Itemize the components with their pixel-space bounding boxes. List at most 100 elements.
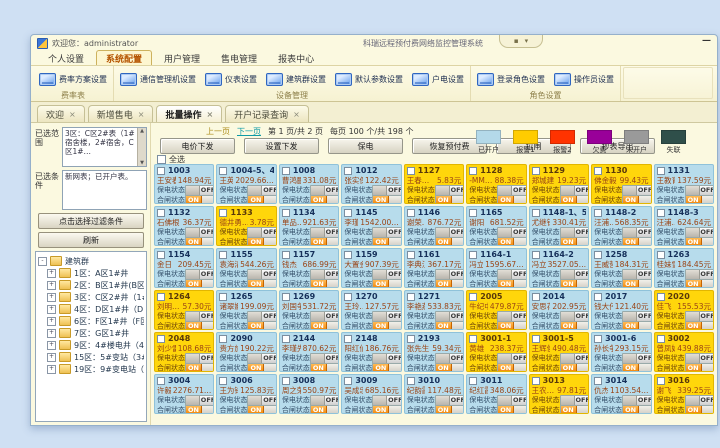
card-checkbox[interactable] xyxy=(282,251,290,259)
power-keep-toggle[interactable]: OFF xyxy=(435,311,464,322)
card-checkbox[interactable] xyxy=(532,335,540,343)
switch-toggle[interactable]: ON xyxy=(372,363,401,373)
power-keep-toggle[interactable]: OFF xyxy=(685,269,714,280)
meter-card[interactable]: 3009吴成忠685.16元保电状态OFF合闸状态ON xyxy=(341,374,401,414)
card-checkbox[interactable] xyxy=(469,167,477,175)
doc-tab-2[interactable]: 批量操作× xyxy=(156,105,222,122)
power-keep-toggle[interactable]: OFF xyxy=(560,227,589,238)
expand-icon[interactable]: + xyxy=(47,269,56,278)
power-keep-toggle[interactable]: OFF xyxy=(185,395,214,406)
meter-card[interactable]: 3010纪韵霞…117.48元保电状态OFF合闸状态ON xyxy=(404,374,464,414)
meter-card[interactable]: 3004许毅2276.71…保电状态OFF合闸状态ON xyxy=(154,374,214,414)
switch-toggle[interactable]: ON xyxy=(247,279,276,289)
meter-card[interactable]: 1127王春…5.83元保电状态OFF合闸状态ON xyxy=(404,164,464,204)
switch-toggle[interactable]: ON xyxy=(560,279,589,289)
meter-card[interactable]: 1159大置金907.39元保电状态OFF合闸状态ON xyxy=(341,248,401,288)
meter-card[interactable]: 1164-2冯立敏3527.05…保电状态OFF合闸状态ON xyxy=(529,248,589,288)
card-checkbox[interactable] xyxy=(469,335,477,343)
power-keep-toggle[interactable]: OFF xyxy=(372,269,401,280)
card-checkbox[interactable] xyxy=(594,167,602,175)
switch-toggle[interactable]: ON xyxy=(185,363,214,373)
power-keep-toggle[interactable]: OFF xyxy=(185,311,214,322)
tree-root[interactable]: -建筑群 xyxy=(38,255,144,267)
meter-card[interactable]: 2048刘少雷108.68元保电状态OFF合闸状态ON xyxy=(154,332,214,372)
meter-card[interactable]: 2020佳飞155.53元保电状态OFF合闸状态ON xyxy=(654,290,714,330)
tab-close-icon[interactable]: × xyxy=(293,111,300,119)
meter-card[interactable]: 1012张实保…122.42元保电状态OFF合闸状态ON xyxy=(341,164,401,204)
switch-toggle[interactable]: ON xyxy=(685,363,714,373)
tree-item-6[interactable]: +9区：4#楼电井（4#楼 xyxy=(38,339,144,351)
switch-toggle[interactable]: ON xyxy=(497,363,526,373)
meter-card[interactable]: 1003王安春148.94元保电状态OFF合闸状态ON xyxy=(154,164,214,204)
switch-toggle[interactable]: ON xyxy=(247,195,276,205)
switch-toggle[interactable]: ON xyxy=(560,321,589,331)
switch-toggle[interactable]: ON xyxy=(435,237,464,247)
power-keep-toggle[interactable]: OFF xyxy=(435,185,464,196)
card-checkbox[interactable] xyxy=(157,251,165,259)
action-button-2[interactable]: 保电 xyxy=(328,138,403,154)
switch-toggle[interactable]: ON xyxy=(372,321,401,331)
card-checkbox[interactable] xyxy=(469,209,477,217)
card-checkbox[interactable] xyxy=(594,377,602,385)
meter-card[interactable]: 2014安思花202.95元保电状态OFF合闸状态ON xyxy=(529,290,589,330)
switch-toggle[interactable]: ON xyxy=(685,195,714,205)
power-keep-toggle[interactable]: OFF xyxy=(372,185,401,196)
tree-item-1[interactable]: +2区：B区1#井(B区1#) xyxy=(38,279,144,291)
meter-card[interactable]: 1154金日209.45元保电状态OFF合闸状态ON xyxy=(154,248,214,288)
switch-toggle[interactable]: ON xyxy=(310,195,339,205)
meter-card[interactable]: 3001-5王辉俊490.48元保电状态OFF合闸状态ON xyxy=(529,332,589,372)
card-checkbox[interactable] xyxy=(407,335,415,343)
switch-toggle[interactable]: ON xyxy=(560,363,589,373)
meter-card[interactable]: 2017钱大伟121.40元保电状态OFF合闸状态ON xyxy=(591,290,651,330)
card-checkbox[interactable] xyxy=(657,293,665,301)
meter-card[interactable]: 1131王教育…137.59元保电状态OFF合闸状态ON xyxy=(654,164,714,204)
meter-card[interactable]: 2090贵方旅190.22元保电状态OFF合闸状态ON xyxy=(216,332,276,372)
switch-toggle[interactable]: ON xyxy=(497,279,526,289)
card-checkbox[interactable] xyxy=(219,251,227,259)
power-keep-toggle[interactable]: OFF xyxy=(372,353,401,364)
tree-item-4[interactable]: +6区：F区1#井（F区1# xyxy=(38,315,144,327)
switch-toggle[interactable]: ON xyxy=(622,321,651,331)
power-keep-toggle[interactable]: OFF xyxy=(185,353,214,364)
tree-item-2[interactable]: +3区：C区2#井（1#宿舍 xyxy=(38,291,144,303)
selected-condition-box[interactable]: 新网表；已开户表。 xyxy=(62,170,147,210)
meter-card[interactable]: 1128-MM…88.38元保电状态OFF合闸状态ON xyxy=(466,164,526,204)
next-page-link[interactable]: 下一页 xyxy=(237,126,261,137)
card-checkbox[interactable] xyxy=(344,377,352,385)
switch-toggle[interactable]: ON xyxy=(185,237,214,247)
switch-toggle[interactable]: ON xyxy=(497,237,526,247)
switch-toggle[interactable]: ON xyxy=(497,195,526,205)
switch-toggle[interactable]: ON xyxy=(247,405,276,415)
switch-toggle[interactable]: ON xyxy=(372,405,401,415)
meter-card[interactable]: 1265诸翠娜199.09元保电状态OFF合闸状态ON xyxy=(216,290,276,330)
card-checkbox[interactable] xyxy=(407,251,415,259)
power-keep-toggle[interactable]: OFF xyxy=(622,353,651,364)
card-checkbox[interactable] xyxy=(532,167,540,175)
power-keep-toggle[interactable]: OFF xyxy=(685,353,714,364)
card-checkbox[interactable] xyxy=(594,335,602,343)
ribbon-button[interactable]: 费率方案设置 xyxy=(39,73,107,86)
switch-toggle[interactable]: ON xyxy=(622,363,651,373)
meter-card[interactable]: 1148-3汪浦…624.64元保电状态OFF合闸状态ON xyxy=(654,206,714,246)
power-keep-toggle[interactable]: OFF xyxy=(310,185,339,196)
meter-card[interactable]: 1132石佛根…36.37元保电状态OFF合闸状态ON xyxy=(154,206,214,246)
power-keep-toggle[interactable]: OFF xyxy=(497,185,526,196)
card-checkbox[interactable] xyxy=(344,335,352,343)
collapse-icon[interactable]: - xyxy=(38,257,47,266)
switch-toggle[interactable]: ON xyxy=(435,363,464,373)
ribbon-button[interactable]: 操作员设置 xyxy=(554,73,614,86)
card-checkbox[interactable] xyxy=(469,251,477,259)
meter-card[interactable]: 3014仇杰争1103.54…保电状态OFF合闸状态ON xyxy=(591,374,651,414)
meter-card[interactable]: 1130佛金毅99.43元保电状态OFF合闸状态ON xyxy=(591,164,651,204)
card-checkbox[interactable] xyxy=(407,209,415,217)
power-keep-toggle[interactable]: OFF xyxy=(372,227,401,238)
meter-card[interactable]: 1008曹鸿鹏…331.08元保电状态OFF合闸状态ON xyxy=(279,164,339,204)
power-keep-toggle[interactable]: OFF xyxy=(497,395,526,406)
meter-card[interactable]: 1264刘明…57.30元保电状态OFF合闸状态ON xyxy=(154,290,214,330)
scroll-down-icon[interactable]: ▼ xyxy=(140,160,144,166)
doc-tab-0[interactable]: 欢迎× xyxy=(37,105,85,122)
card-checkbox[interactable] xyxy=(532,293,540,301)
meter-card[interactable]: 1258王威哲…184.31元保电状态OFF合闸状态ON xyxy=(591,248,651,288)
card-checkbox[interactable] xyxy=(407,293,415,301)
power-keep-toggle[interactable]: OFF xyxy=(685,185,714,196)
